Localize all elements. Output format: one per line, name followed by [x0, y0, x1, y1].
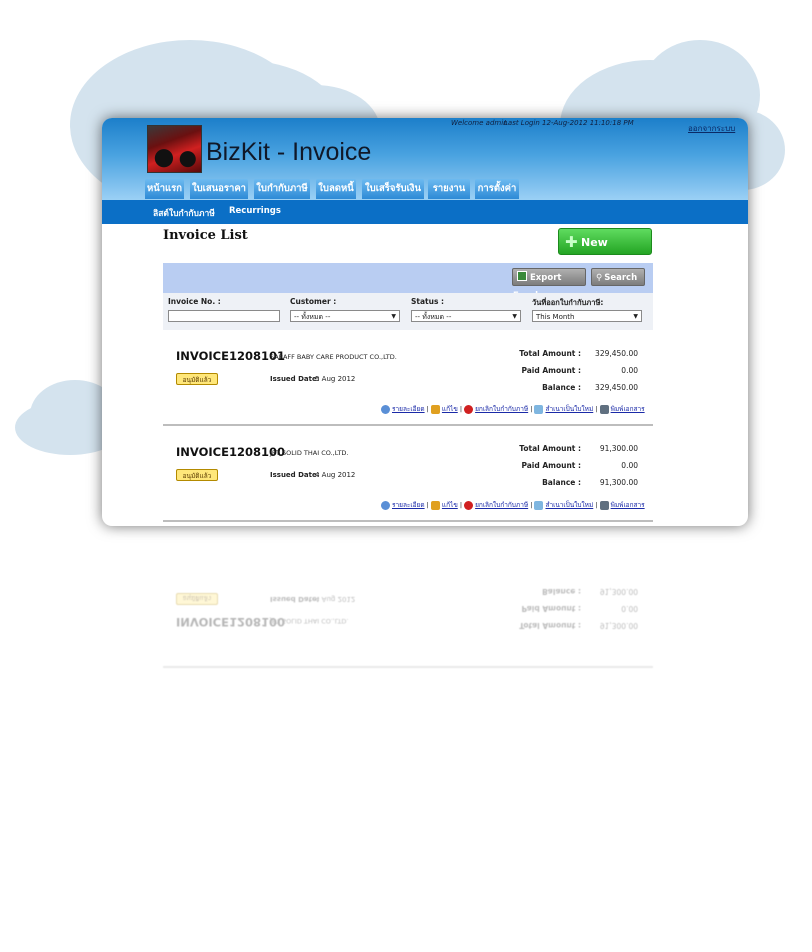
invoice-no-input[interactable]: [168, 310, 280, 322]
status-badge: อนุมัติแล้ว: [176, 373, 218, 385]
total-amount-value: 91,300.00: [599, 444, 638, 453]
print-link[interactable]: พิมพ์เอกสาร: [611, 501, 645, 509]
reflection-balance-value: 91,300.00: [599, 587, 638, 596]
invoice-actions: รายละเอียด | แก้ไข | ยกเลิกใบกำกับภาษี |…: [381, 500, 651, 512]
balance-value: 329,450.00: [595, 383, 638, 392]
issued-date-value: 5 Aug 2012: [315, 375, 356, 383]
balance-value: 91,300.00: [599, 478, 638, 487]
copy-icon: [534, 500, 544, 510]
copy-link[interactable]: สำเนาเป็นใบใหม่: [545, 405, 593, 413]
page-title: Invoice List: [163, 228, 248, 243]
pencil-icon: [430, 404, 440, 414]
tab-receipt[interactable]: ใบเสร็จรับเงิน: [362, 179, 424, 199]
chevron-down-icon: ▼: [633, 313, 638, 320]
tab-report[interactable]: รายงาน: [428, 179, 470, 199]
customer-select[interactable]: -- ทั้งหมด -- ▼: [290, 310, 400, 322]
detail-link[interactable]: รายละเอียด: [392, 405, 425, 413]
cancel-invoice-link[interactable]: ยกเลิกใบกำกับภาษี: [475, 501, 528, 509]
new-invoice-button[interactable]: ✚ New Invoice: [558, 228, 652, 276]
chevron-down-icon: ▼: [391, 313, 396, 320]
date-select-value: This Month: [536, 313, 575, 321]
paid-amount-value: 0.00: [621, 366, 638, 375]
reflection-issued-date-value: 4 Aug 2012: [315, 595, 356, 603]
invoice-customer: SARAFF BABY CARE PRODUCT CO.,LTD.: [270, 353, 397, 361]
printer-icon: [599, 404, 609, 414]
row-divider: [163, 424, 653, 426]
status-label: Status :: [411, 297, 445, 306]
filter-header: Export Excel ⚲Search: [163, 263, 653, 301]
app-window: BizKit - Invoice Welcome admin Last Logi…: [102, 118, 748, 526]
invoice-actions: รายละเอียด | แก้ไข | ยกเลิกใบกำกับภาษี |…: [381, 404, 651, 416]
filter-row: Invoice No. : Customer : -- ทั้งหมด -- ▼…: [163, 293, 653, 330]
reflection-total-value: 91,300.00: [599, 621, 638, 630]
copy-icon: [534, 404, 544, 414]
edit-link[interactable]: แก้ไข: [442, 501, 458, 509]
search-icon: ⚲: [596, 273, 603, 283]
search-button[interactable]: ⚲ Search: [591, 268, 645, 286]
status-badge: อนุมัติแล้ว: [176, 469, 218, 481]
date-label: วันที่ออกใบกำกับภาษี:: [532, 298, 604, 307]
reflection-status-badge: อนุมัติแล้ว: [176, 593, 218, 605]
cancel-icon: [464, 500, 474, 510]
cancel-invoice-link[interactable]: ยกเลิกใบกำกับภาษี: [475, 405, 528, 413]
invoice-number[interactable]: INVOICE1208101: [176, 349, 285, 363]
detail-link[interactable]: รายละเอียด: [392, 501, 425, 509]
customer-select-value: -- ทั้งหมด --: [294, 313, 331, 321]
printer-icon: [599, 500, 609, 510]
app-title: BizKit - Invoice: [206, 138, 372, 166]
invoice-row: INVOICE1208101 SARAFF BABY CARE PRODUCT …: [163, 340, 653, 435]
sub-nav-invoice-list[interactable]: ลิสต์ใบกำกับภาษี: [153, 206, 215, 220]
tab-home[interactable]: หน้าแรก: [145, 179, 184, 199]
invoice-row: INVOICE1208100 JET SOLID THAI CO.,LTD. อ…: [163, 436, 653, 526]
reflection-invoice-customer: JET SOLID THAI CO.,LTD.: [270, 617, 349, 625]
sub-nav-recurrings[interactable]: Recurrings: [229, 206, 281, 216]
logout-link[interactable]: ออกจากระบบ: [688, 122, 735, 135]
tab-tax-invoice[interactable]: ใบกำกับภาษี: [254, 179, 310, 199]
export-excel-button[interactable]: Export Excel: [512, 268, 586, 301]
window-reflection: INVOICE1208100 JET SOLID THAI CO.,LTD. อ…: [102, 528, 748, 668]
car-logo-image: [147, 125, 202, 173]
chevron-down-icon: ▼: [512, 313, 517, 320]
status-select-value: -- ทั้งหมด --: [415, 313, 452, 321]
issued-date-value: 4 Aug 2012: [315, 471, 356, 479]
invoice-number[interactable]: INVOICE1208100: [176, 445, 285, 459]
invoice-customer: JET SOLID THAI CO.,LTD.: [270, 449, 349, 457]
plus-icon: ✚: [565, 233, 578, 251]
date-select[interactable]: This Month ▼: [532, 310, 642, 322]
invoice-no-label: Invoice No. :: [168, 297, 221, 306]
edit-link[interactable]: แก้ไข: [442, 405, 458, 413]
reflection-issued-date-label: Issued Date:: [270, 595, 320, 603]
tab-settings[interactable]: การตั้งค่า: [475, 179, 519, 199]
cancel-icon: [464, 404, 474, 414]
last-login-text: Last Login 12-Aug-2012 11:10:18 PM: [504, 119, 634, 127]
search-label: Search: [604, 273, 638, 283]
pencil-icon: [430, 500, 440, 510]
customer-label: Customer :: [290, 297, 337, 306]
paid-amount-value: 0.00: [621, 461, 638, 470]
issued-date-label: Issued Date:: [270, 471, 320, 479]
tab-credit-note[interactable]: ใบลดหนี้: [316, 179, 356, 199]
reflection-invoice-number: INVOICE1208100: [176, 615, 285, 629]
status-select[interactable]: -- ทั้งหมด -- ▼: [411, 310, 521, 322]
welcome-text: Welcome admin: [451, 119, 508, 127]
excel-icon: [517, 271, 527, 281]
magnifier-icon: [381, 404, 390, 414]
reflection-paid-value: 0.00: [621, 604, 638, 613]
row-divider: [163, 520, 653, 522]
copy-link[interactable]: สำเนาเป็นใบใหม่: [545, 501, 593, 509]
tab-quotation[interactable]: ใบเสนอราคา: [190, 179, 248, 199]
total-amount-value: 329,450.00: [595, 349, 638, 358]
issued-date-label: Issued Date:: [270, 375, 320, 383]
print-link[interactable]: พิมพ์เอกสาร: [611, 405, 645, 413]
magnifier-icon: [381, 500, 390, 510]
